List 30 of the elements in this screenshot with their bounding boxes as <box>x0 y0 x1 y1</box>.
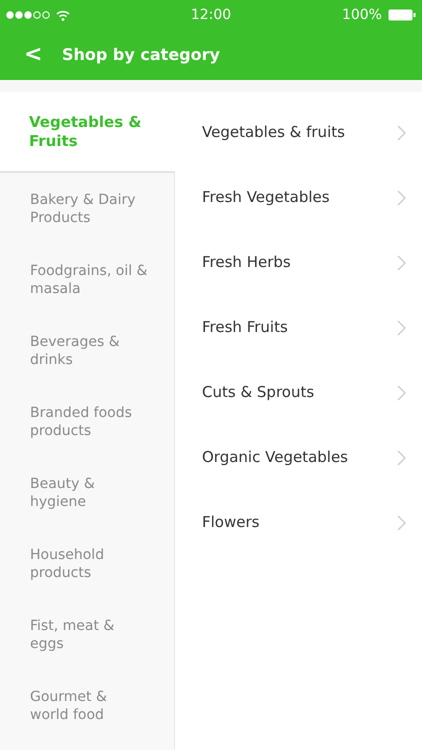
signal-icon <box>6 11 50 19</box>
back-button[interactable]: < <box>24 44 40 66</box>
chevron-icon <box>397 190 406 206</box>
status-time: 12:00 <box>190 6 232 24</box>
chevron-icon <box>397 450 406 466</box>
battery-percent: 100% <box>342 6 382 24</box>
category-item[interactable]: Gourmet & world food <box>0 670 174 741</box>
battery-icon <box>388 9 416 21</box>
wifi-icon <box>56 10 70 20</box>
category-item[interactable]: Foodgrains, oil & masala <box>0 244 174 315</box>
category-item[interactable]: Beauty & hygiene <box>0 457 174 528</box>
subcategory-item[interactable]: Vegetables & fruits <box>175 100 422 165</box>
category-item[interactable]: Branded foods products <box>0 386 174 457</box>
chevron-icon <box>397 384 406 400</box>
chevron-icon <box>397 320 406 336</box>
category-item[interactable]: Bakery & Dairy Products <box>0 173 174 244</box>
subcategory-item[interactable]: Organic Vegetables <box>175 425 422 490</box>
page-title: Shop by category <box>62 44 220 66</box>
subcategory-item[interactable]: Fresh Herbs <box>175 230 422 295</box>
chevron-icon <box>397 254 406 270</box>
subcategory-item[interactable]: Flowers <box>175 490 422 555</box>
subcategory-item[interactable]: Fresh Vegetables <box>175 165 422 230</box>
chevron-icon <box>397 514 406 530</box>
category-item[interactable]: Beverages & drinks <box>0 315 174 386</box>
subcategory-item[interactable]: Cuts & Sprouts <box>175 360 422 425</box>
category-item[interactable]: Household products <box>0 528 174 599</box>
subcategory-item[interactable]: Fresh Fruits <box>175 295 422 360</box>
chevron-icon <box>397 124 406 140</box>
category-item[interactable]: Fist, meat & eggs <box>0 599 174 670</box>
category-item[interactable]: Vegetables & Fruits <box>0 92 175 173</box>
